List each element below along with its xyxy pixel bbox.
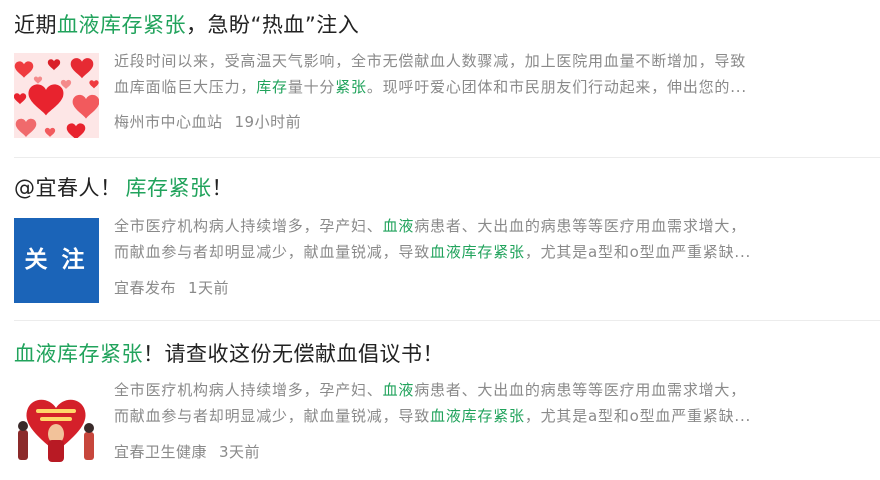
- snippet-highlight: 血液库存紧张: [430, 243, 525, 261]
- news-results-list: 近期血液库存紧张，急盼“热血”注入 近段时间以来，受高温天气影响，全市无偿献血人…: [0, 0, 880, 480]
- news-snippet: 全市医疗机构病人持续增多，孕产妇、血液病患者、大出血的病患等等医疗用血需求增大，…: [114, 377, 854, 429]
- snippet-highlight: 库存: [256, 78, 288, 96]
- snippet-line: 而献血参与者却明显减少，献血量锐减，导致血液库存紧张，尤其是a型和o型血严重紧缺…: [114, 403, 854, 429]
- snippet-line: 血库面临巨大压力，库存量十分紧张。现呼吁爱心团体和市民朋友们行动起来，伸出您的.…: [114, 74, 854, 100]
- snippet-line: 近段时间以来，受高温天气影响，全市无偿献血人数骤减，加上医院用血量不断增加，导致: [114, 52, 747, 70]
- snippet-text: 量十分: [287, 78, 336, 96]
- title-highlight: 血液库存紧张: [57, 13, 186, 37]
- hearts-image: [14, 53, 99, 138]
- divider: [14, 320, 880, 321]
- news-title-link[interactable]: 血液库存紧张！请查收这份无偿献血倡议书！: [14, 337, 444, 371]
- news-meta: 梅州市中心血站 19小时前: [114, 111, 301, 132]
- snippet-text: 。现呼吁爱心团体和市民朋友们行动起来，伸出您的...: [366, 78, 747, 96]
- news-thumbnail-hearts[interactable]: [14, 53, 99, 138]
- snippet-text: 血库面临巨大压力，: [114, 78, 257, 96]
- news-time: 1天前: [188, 279, 230, 297]
- snippet-line: 全市医疗机构病人持续增多，孕产妇、血液病患者、大出血的病患等等医疗用血需求增大，: [114, 213, 854, 239]
- snippet-line: 而献血参与者却明显减少，献血量锐减，导致血液库存紧张，尤其是a型和o型血严重紧缺…: [114, 239, 854, 265]
- news-title-link[interactable]: 近期血液库存紧张，急盼“热血”注入: [14, 8, 359, 42]
- title-text: ，急盼“热血”注入: [186, 13, 360, 37]
- news-time: 19小时前: [234, 113, 302, 131]
- snippet-text: 全市医疗机构病人持续增多，孕产妇、: [114, 217, 383, 235]
- news-thumbnail-poster[interactable]: [14, 382, 99, 467]
- snippet-highlight: 血液库存紧张: [430, 407, 525, 425]
- news-source[interactable]: 宜春发布: [114, 279, 176, 297]
- news-thumbnail-guanzhu[interactable]: 关注: [14, 218, 99, 303]
- snippet-text: 全市医疗机构病人持续增多，孕产妇、: [114, 381, 383, 399]
- news-source[interactable]: 梅州市中心血站: [114, 113, 223, 131]
- snippet-text: 而献血参与者却明显减少，献血量锐减，导致: [114, 407, 431, 425]
- snippet-text: 病患者、大出血的病患等等医疗用血需求增大，: [414, 381, 747, 399]
- news-snippet: 近段时间以来，受高温天气影响，全市无偿献血人数骤减，加上医院用血量不断增加，导致…: [114, 48, 854, 100]
- snippet-text: ，尤其是a型和o型血严重紧缺...: [524, 407, 752, 425]
- title-text: 近期: [14, 13, 57, 37]
- title-highlight: 血液库存紧张: [14, 342, 143, 366]
- snippet-text: ，尤其是a型和o型血严重紧缺...: [524, 243, 752, 261]
- title-highlight: 库存紧张: [125, 176, 212, 200]
- news-title-link[interactable]: @宜春人！ 库存紧张！: [14, 171, 233, 205]
- snippet-highlight: 紧张: [335, 78, 367, 96]
- news-source[interactable]: 宜春卫生健康: [114, 443, 207, 461]
- news-meta: 宜春卫生健康 3天前: [114, 441, 260, 462]
- news-meta: 宜春发布 1天前: [114, 277, 229, 298]
- news-snippet: 全市医疗机构病人持续增多，孕产妇、血液病患者、大出血的病患等等医疗用血需求增大，…: [114, 213, 854, 265]
- divider: [14, 157, 880, 158]
- news-item[interactable]: @宜春人！ 库存紧张！ 关注 全市医疗机构病人持续增多，孕产妇、血液病患者、大出血…: [0, 171, 880, 311]
- snippet-line: 全市医疗机构病人持续增多，孕产妇、血液病患者、大出血的病患等等医疗用血需求增大，: [114, 377, 854, 403]
- news-item[interactable]: 近期血液库存紧张，急盼“热血”注入 近段时间以来，受高温天气影响，全市无偿献血人…: [0, 8, 880, 153]
- news-time: 3天前: [219, 443, 261, 461]
- snippet-highlight: 血液: [382, 381, 415, 399]
- title-text: @宜春人！: [14, 176, 122, 200]
- thumbnail-text: 关注: [24, 247, 99, 273]
- news-item[interactable]: 血液库存紧张！请查收这份无偿献血倡议书！ 全市医疗机构病人持续增多，孕产妇、血液…: [0, 337, 880, 477]
- title-text: ！请查收这份无偿献血倡议书！: [143, 342, 444, 366]
- blood-donation-poster: [14, 382, 99, 467]
- title-text: ！: [211, 176, 233, 200]
- snippet-highlight: 血液: [382, 217, 415, 235]
- snippet-text: 而献血参与者却明显减少，献血量锐减，导致: [114, 243, 431, 261]
- snippet-text: 病患者、大出血的病患等等医疗用血需求增大，: [414, 217, 747, 235]
